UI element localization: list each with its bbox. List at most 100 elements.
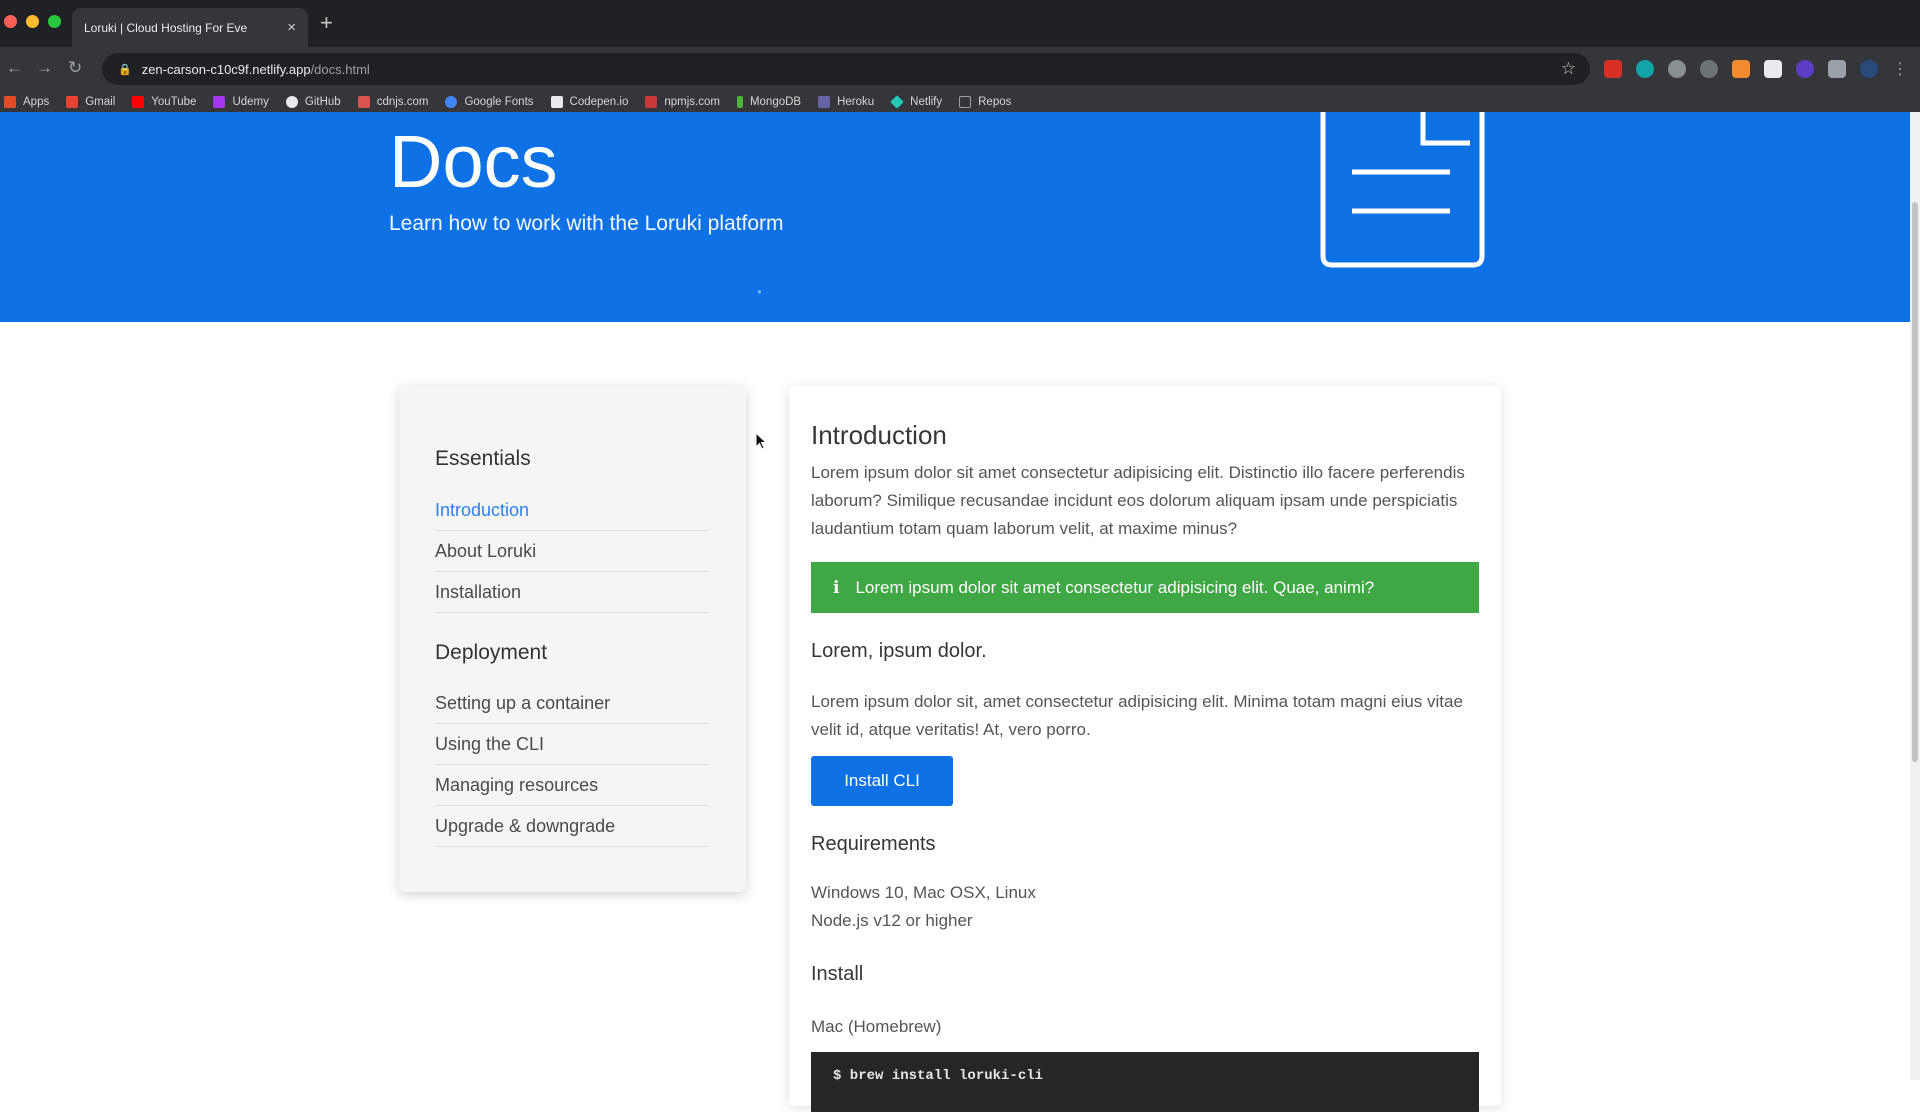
sidebar-item-using-cli[interactable]: Using the CLI: [435, 724, 709, 765]
bookmark-label: Heroku: [837, 96, 875, 108]
heroku-icon: [818, 96, 831, 108]
sidebar-item-introduction[interactable]: Introduction: [435, 490, 709, 531]
extension-icons: ⋮: [1604, 59, 1908, 79]
page-title: Docs: [389, 120, 558, 203]
extension-icon[interactable]: [1732, 60, 1750, 78]
bookmark-label: npmjs.com: [664, 96, 720, 108]
bookmark-gmail[interactable]: Gmail: [66, 96, 115, 108]
requirement-item: Windows 10, Mac OSX, Linux: [811, 883, 1036, 902]
page-scrollbar[interactable]: [1910, 112, 1920, 1080]
netlify-icon: [890, 95, 904, 109]
bookmark-codepen[interactable]: Codepen.io: [550, 96, 629, 108]
sidebar-item-upgrade-downgrade[interactable]: Upgrade & downgrade: [435, 806, 709, 847]
profile-avatar[interactable]: [1860, 60, 1878, 78]
codepen-icon: [550, 96, 563, 108]
bookmark-label: Gmail: [85, 96, 116, 108]
bookmarks-bar: Apps Gmail YouTube Udemy GitHub cdnjs.co…: [0, 92, 1920, 112]
sidebar-list-essentials: Introduction About Loruki Installation: [435, 490, 709, 613]
bookmark-mongodb[interactable]: MongoDB: [736, 96, 802, 108]
folder-icon: [959, 96, 972, 108]
sidebar-item-managing-resources[interactable]: Managing resources: [435, 765, 709, 806]
page-subtitle: Learn how to work with the Loruki platfo…: [389, 212, 784, 235]
section-paragraph: Lorem ipsum dolor sit, amet consectetur …: [811, 692, 1463, 739]
bookmark-label: Apps: [23, 96, 50, 108]
install-cli-button[interactable]: Install CLI: [811, 756, 953, 806]
window-controls: [4, 15, 61, 28]
bookmark-star-icon[interactable]: ☆: [1561, 59, 1576, 79]
bookmark-label: GitHub: [304, 96, 341, 108]
bookmark-cdnjs[interactable]: cdnjs.com: [357, 96, 429, 108]
gmail-icon: [66, 96, 79, 108]
info-icon: i: [833, 577, 840, 598]
bookmark-label: Netlify: [910, 96, 943, 108]
requirements-heading: Requirements: [811, 833, 936, 855]
github-icon: [285, 96, 298, 108]
bookmark-label: Repos: [978, 96, 1012, 108]
bookmark-label: cdnjs.com: [376, 96, 429, 108]
bookmark-label: Codepen.io: [569, 96, 629, 108]
code-block: $ brew install loruki-cli: [811, 1052, 1479, 1112]
google-fonts-icon: [445, 96, 458, 108]
browser-tab-bar: Loruki | Cloud Hosting For Eve × +: [0, 0, 1920, 47]
bookmark-apps[interactable]: Apps: [4, 96, 49, 108]
new-tab-button[interactable]: +: [320, 12, 333, 34]
bookmark-repos[interactable]: Repos: [959, 96, 1011, 108]
extension-icon[interactable]: [1796, 60, 1814, 78]
content-title: Introduction: [811, 420, 947, 450]
npm-icon: [645, 96, 658, 108]
sidebar-item-about-loruki[interactable]: About Loruki: [435, 531, 709, 572]
sidebar-item-installation[interactable]: Installation: [435, 572, 709, 613]
intro-paragraph: Lorem ipsum dolor sit amet consectetur a…: [811, 463, 1465, 538]
docs-sidebar: Essentials Introduction About Loruki Ins…: [399, 386, 746, 892]
hero-banner: Docs Learn how to work with the Loruki p…: [0, 112, 1910, 322]
sidebar-heading-essentials: Essentials: [435, 447, 531, 470]
reload-button[interactable]: ↻: [68, 58, 82, 78]
url-path: /docs.html: [310, 61, 370, 77]
cdnjs-icon: [357, 96, 370, 108]
bookmark-label: MongoDB: [749, 96, 802, 108]
apps-icon: [4, 96, 16, 108]
bookmark-google-fonts[interactable]: Google Fonts: [445, 96, 534, 108]
bookmark-label: Udemy: [232, 96, 269, 108]
bookmark-label: YouTube: [151, 96, 197, 108]
address-bar[interactable]: 🔒 zen-carson-c10c9f.netlify.app/docs.htm…: [102, 53, 1590, 85]
bookmark-youtube[interactable]: YouTube: [132, 96, 196, 108]
bookmark-npmjs[interactable]: npmjs.com: [645, 96, 720, 108]
sidebar-list-deployment: Setting up a container Using the CLI Man…: [435, 683, 709, 847]
mongodb-icon: [736, 96, 743, 108]
lock-icon: 🔒: [118, 63, 132, 76]
sidebar-item-setting-up-container[interactable]: Setting up a container: [435, 683, 709, 724]
info-alert: i Lorem ipsum dolor sit amet consectetur…: [811, 562, 1479, 613]
youtube-icon: [132, 96, 145, 108]
browser-tab[interactable]: Loruki | Cloud Hosting For Eve ×: [72, 8, 308, 47]
browser-toolbar: ← → ↻ 🔒 zen-carson-c10c9f.netlify.app/do…: [0, 47, 1920, 92]
mouse-cursor-icon: [755, 432, 768, 450]
bookmark-netlify[interactable]: Netlify: [890, 95, 943, 109]
section-heading: Lorem, ipsum dolor.: [811, 640, 987, 662]
document-icon: [1320, 112, 1485, 268]
bookmark-udemy[interactable]: Udemy: [213, 96, 269, 108]
decorative-dot: ●: [757, 287, 762, 296]
tab-title: Loruki | Cloud Hosting For Eve: [84, 20, 248, 35]
forward-button[interactable]: →: [36, 58, 53, 78]
menu-icon[interactable]: ⋮: [1892, 59, 1908, 79]
docs-content-card: Introduction Lorem ipsum dolor sit amet …: [789, 386, 1501, 1112]
scrollbar-thumb[interactable]: [1912, 202, 1918, 762]
close-window-button[interactable]: [4, 15, 17, 28]
extension-icon[interactable]: [1764, 60, 1782, 78]
extension-icon[interactable]: [1604, 60, 1622, 78]
back-button[interactable]: ←: [6, 58, 23, 78]
extension-icon[interactable]: [1668, 60, 1686, 78]
maximize-window-button[interactable]: [48, 15, 61, 28]
puzzle-icon[interactable]: [1828, 60, 1846, 78]
minimize-window-button[interactable]: [26, 15, 39, 28]
extension-icon[interactable]: [1636, 60, 1654, 78]
bookmark-heroku[interactable]: Heroku: [818, 96, 874, 108]
udemy-icon: [213, 96, 226, 108]
tab-close-icon[interactable]: ×: [287, 19, 296, 36]
install-heading: Install: [811, 963, 864, 985]
url-host: zen-carson-c10c9f.netlify.app: [141, 61, 311, 77]
extension-icon[interactable]: [1700, 60, 1718, 78]
requirement-item: Node.js v12 or higher: [811, 911, 973, 930]
bookmark-github[interactable]: GitHub: [285, 96, 341, 108]
